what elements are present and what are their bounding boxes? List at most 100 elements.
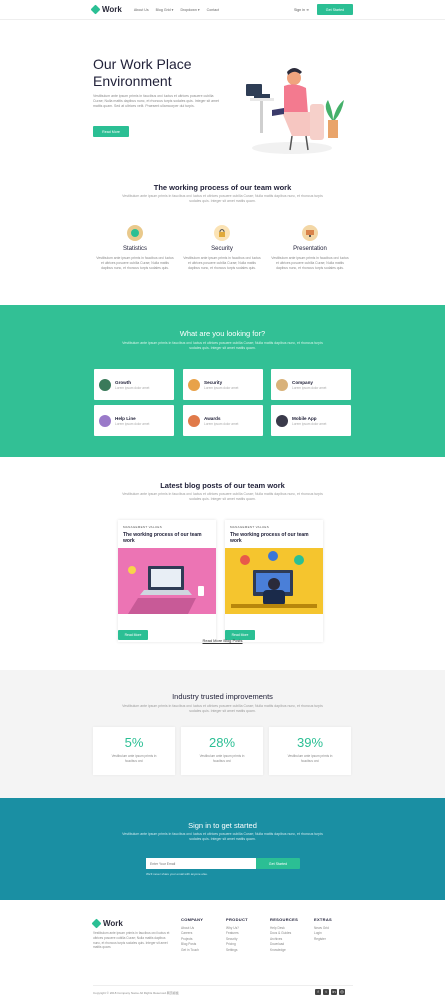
post-category: MANAGEMENT VALUES bbox=[123, 525, 162, 529]
twitter-icon[interactable]: t bbox=[323, 989, 329, 995]
post-title[interactable]: The working process of our team work bbox=[123, 532, 211, 544]
signin-section: Sign in to get started Vestibulum ante i… bbox=[0, 798, 445, 900]
workplace-illustration bbox=[246, 68, 344, 154]
footer-brand-name: Work bbox=[103, 919, 123, 928]
signin-title: Sign in to get started bbox=[188, 821, 257, 830]
trophy-icon bbox=[188, 414, 200, 427]
brand-name: Work bbox=[102, 5, 122, 14]
card-company[interactable]: Company Lorem ipsum dolor amet bbox=[271, 369, 351, 400]
industry-subtitle: Vestibulum ante ipsum primis in faucibus… bbox=[122, 704, 323, 713]
feature-security: Security Vestibulum ante ipsum primis in… bbox=[182, 225, 262, 271]
feature-description: Vestibulum ante ipsum primis in faucibus… bbox=[96, 256, 174, 270]
card-title: Mobile App bbox=[292, 415, 317, 421]
nav-link-contact[interactable]: Contact bbox=[207, 8, 219, 12]
footer-column-company: COMPANY About Us Careers Projects Blog P… bbox=[181, 917, 203, 953]
instagram-icon[interactable]: ◎ bbox=[339, 989, 345, 995]
nav-links: About Us Blog Grid ▾ Dropdown ▾ Contact bbox=[134, 8, 219, 12]
card-mobile-app[interactable]: Mobile App Lorem ipsum dolor amet bbox=[271, 405, 351, 436]
presentation-icon bbox=[302, 225, 318, 241]
hero-title-line2: Environment bbox=[93, 73, 172, 89]
copyright-text: Copyright © 2018 Company Name All Rights… bbox=[93, 991, 179, 995]
blog-section: Latest blog posts of our team work Vesti… bbox=[0, 457, 445, 670]
growth-icon bbox=[99, 378, 111, 391]
looking-for-section: What are you looking for? Vestibulum ant… bbox=[0, 305, 445, 457]
feature-title: Statistics bbox=[122, 246, 147, 252]
card-title: Help Line bbox=[115, 415, 136, 421]
hero-read-more-button[interactable]: Read More bbox=[93, 126, 129, 137]
brand-logo[interactable]: Work bbox=[90, 4, 122, 15]
read-more-blog-link[interactable]: Read More Blog Posts bbox=[0, 638, 445, 643]
lock-icon bbox=[214, 225, 230, 241]
get-started-button[interactable]: Get Started bbox=[317, 4, 353, 15]
logo-icon bbox=[91, 918, 102, 929]
footer-column-heading: COMPANY bbox=[181, 917, 204, 922]
post-title[interactable]: The working process of our team work bbox=[230, 532, 318, 544]
footer-link[interactable]: Get in Touch bbox=[181, 948, 203, 953]
looking-subtitle: Vestibulum ante ipsum primis in faucibus… bbox=[122, 341, 323, 350]
footer-link[interactable]: Register bbox=[314, 937, 332, 942]
nav-link-about[interactable]: About Us bbox=[134, 8, 149, 12]
feature-title: Security bbox=[211, 246, 233, 252]
feature-description: Vestibulum ante ipsum primis in faucibus… bbox=[271, 256, 349, 270]
card-awards[interactable]: Awards Lorem ipsum dolor amet bbox=[183, 405, 263, 436]
process-title: The working process of our team work bbox=[153, 183, 292, 192]
card-security[interactable]: Security Lorem ipsum dolor amet bbox=[183, 369, 263, 400]
feature-presentation: Presentation Vestibulum ante ipsum primi… bbox=[270, 225, 350, 271]
post-image-laptop bbox=[118, 548, 216, 614]
card-subtitle: Lorem ipsum dolor amet bbox=[292, 421, 327, 426]
card-title: Company bbox=[292, 379, 313, 385]
footer: Work Vestibulum ante ipsum primis in fau… bbox=[0, 900, 445, 1003]
hero-title: Our Work Place Environment bbox=[93, 56, 213, 90]
footer-column-heading: RESOURCES bbox=[270, 917, 299, 922]
headset-icon bbox=[99, 414, 111, 427]
stat-card: 28% Vestibulum ante ipsum primis in fauc… bbox=[181, 727, 263, 775]
post-category: MANAGEMENT VALUES bbox=[230, 525, 269, 529]
stat-value: 5% bbox=[124, 735, 144, 750]
stat-value: 28% bbox=[208, 735, 236, 750]
process-subtitle: Vestibulum ante ipsum primis in faucibus… bbox=[122, 194, 323, 203]
hero-description: Vestibulum ante ipsum primis in faucibus… bbox=[93, 94, 219, 108]
feature-title: Presentation bbox=[293, 246, 327, 252]
footer-link[interactable]: Knowledge bbox=[270, 948, 298, 953]
footer-column-resources: RESOURCES Help Desk Docs & Guides Archiv… bbox=[270, 917, 298, 953]
footer-divider bbox=[93, 985, 353, 986]
card-subtitle: Lorem ipsum dolor amet bbox=[204, 421, 239, 426]
card-subtitle: Lorem ipsum dolor amet bbox=[115, 421, 150, 426]
footer-column-heading: PRODUCT bbox=[226, 917, 248, 922]
stat-value: 39% bbox=[296, 735, 324, 750]
card-title: Awards bbox=[204, 415, 221, 421]
building-icon bbox=[276, 378, 288, 391]
blog-title: Latest blog posts of our team work bbox=[160, 481, 285, 490]
nav-link-blog[interactable]: Blog Grid ▾ bbox=[156, 8, 174, 12]
industry-title: Industry trusted improvements bbox=[172, 692, 273, 701]
stat-description: Vestibulum ante ipsum primis in faucibus… bbox=[199, 754, 245, 763]
sign-in-link[interactable]: Sign in ➜ bbox=[294, 8, 309, 12]
stat-description: Vestibulum ante ipsum primis in faucibus… bbox=[287, 754, 333, 763]
card-title: Security bbox=[204, 379, 223, 385]
footer-brand-logo[interactable]: Work bbox=[91, 918, 123, 929]
industry-section: Industry trusted improvements Vestibulum… bbox=[0, 670, 445, 798]
card-growth[interactable]: Growth Lorem ipsum dolor amet bbox=[94, 369, 174, 400]
footer-column-product: PRODUCT Why Us? Features Security Pricin… bbox=[226, 917, 248, 953]
card-help-line[interactable]: Help Line Lorem ipsum dolor amet bbox=[94, 405, 174, 436]
blog-subtitle: Vestibulum ante ipsum primis in faucibus… bbox=[122, 492, 323, 501]
email-privacy-note: We'll never share your email with anyone… bbox=[146, 872, 208, 876]
nav-link-dropdown[interactable]: Dropdown ▾ bbox=[180, 8, 199, 12]
sign-in-label: Sign in bbox=[293, 7, 305, 12]
page: Work About Us Blog Grid ▾ Dropdown ▾ Con… bbox=[0, 0, 445, 1003]
post-image-workspace bbox=[225, 548, 323, 614]
linkedin-icon[interactable]: in bbox=[331, 989, 337, 995]
logo-icon bbox=[90, 4, 101, 15]
nav-actions: Sign in ➜ Get Started bbox=[294, 4, 353, 15]
card-title: Growth bbox=[115, 379, 132, 385]
mobile-icon bbox=[276, 414, 288, 427]
signin-subtitle: Vestibulum ante ipsum primis in faucibus… bbox=[122, 832, 323, 841]
stat-description: Vestibulum ante ipsum primis in faucibus… bbox=[111, 754, 157, 763]
blog-post-card[interactable]: MANAGEMENT VALUES The working process of… bbox=[225, 520, 323, 642]
blog-post-card[interactable]: MANAGEMENT VALUES The working process of… bbox=[118, 520, 216, 642]
signin-get-started-button[interactable]: Get Started bbox=[256, 858, 300, 869]
email-field[interactable] bbox=[146, 858, 256, 869]
facebook-icon[interactable]: f bbox=[315, 989, 321, 995]
footer-description: Vestibulum ante ipsum primis in faucibus… bbox=[93, 931, 170, 950]
footer-link[interactable]: Settings bbox=[226, 948, 248, 953]
